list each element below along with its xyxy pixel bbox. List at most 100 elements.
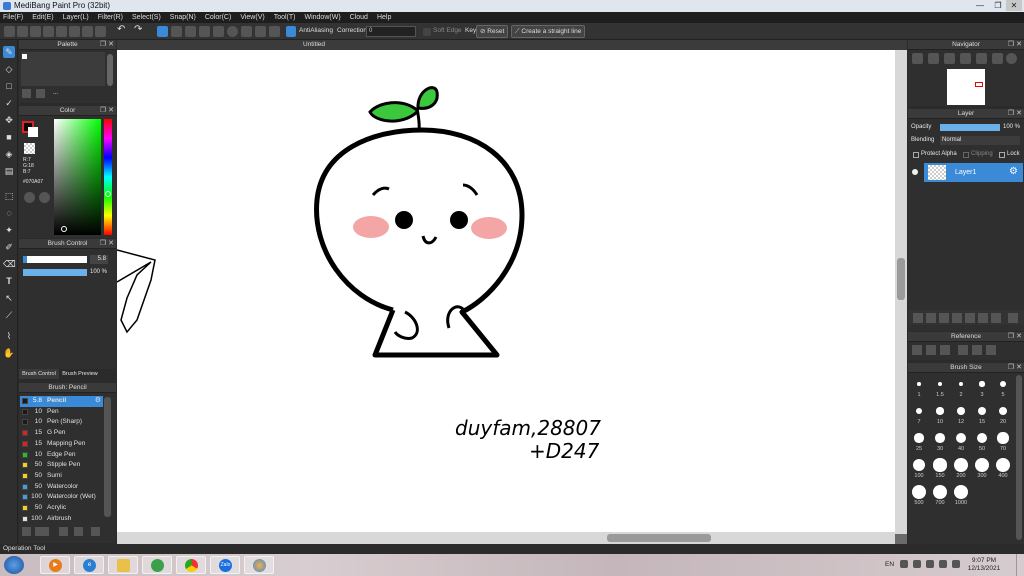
- brush-size-option[interactable]: 12: [951, 404, 971, 425]
- add-halftone-layer-icon[interactable]: [926, 313, 936, 323]
- reference-open-icon[interactable]: [926, 345, 936, 355]
- volume-icon[interactable]: [939, 560, 947, 568]
- open-file-icon[interactable]: [30, 26, 41, 37]
- color-wheel-icon[interactable]: [24, 192, 35, 203]
- brush-list-item[interactable]: 50 Watercolor: [20, 482, 103, 493]
- float-icon[interactable]: ❐: [1008, 363, 1014, 373]
- divide-tool-icon[interactable]: ⟋: [3, 309, 15, 321]
- close-panel-icon[interactable]: ✕: [1016, 332, 1022, 342]
- rotate-right-icon[interactable]: [992, 53, 1003, 64]
- select-pen-icon[interactable]: ✐: [3, 241, 15, 253]
- close-panel-icon[interactable]: ✕: [108, 40, 114, 50]
- system-clock[interactable]: 9:07 PM 12/13/2021: [964, 557, 1004, 573]
- canvas-tab[interactable]: Untitled: [117, 40, 907, 50]
- brush-size-option[interactable]: 70: [993, 431, 1013, 452]
- brush-list-item[interactable]: 10 Pen: [20, 407, 103, 418]
- brush-size-option[interactable]: 150: [930, 458, 950, 479]
- menu-file[interactable]: File(F): [3, 14, 23, 21]
- fill-icon[interactable]: [185, 26, 196, 37]
- brush-menu-icon[interactable]: [35, 527, 49, 536]
- pattern-icon[interactable]: [241, 26, 252, 37]
- brush-size-option[interactable]: 40: [951, 431, 971, 452]
- reset-view-icon[interactable]: [1006, 53, 1017, 64]
- add-brush-icon[interactable]: [22, 527, 31, 536]
- close-panel-icon[interactable]: ✕: [1016, 109, 1022, 119]
- lasso-tool-icon[interactable]: ◌: [3, 207, 15, 219]
- brush-list-item[interactable]: 15 G Pen: [20, 428, 103, 439]
- brush-list-item[interactable]: 100 Airbrush: [20, 514, 103, 525]
- brush-size-option[interactable]: 20: [993, 404, 1013, 425]
- background-color-swatch[interactable]: [28, 127, 38, 137]
- float-icon[interactable]: ❐: [100, 40, 106, 50]
- save-icon[interactable]: [43, 26, 54, 37]
- add-palette-icon[interactable]: [22, 89, 31, 98]
- close-panel-icon[interactable]: ✕: [108, 106, 114, 116]
- gear-icon[interactable]: ⚙: [95, 396, 101, 407]
- drawing-canvas[interactable]: duyfam,28807 +D247: [117, 50, 895, 532]
- palette-menu[interactable]: ...: [53, 90, 58, 96]
- fit-icon[interactable]: [944, 53, 955, 64]
- shape-tool-icon[interactable]: ■: [3, 131, 15, 143]
- rotate-icon[interactable]: [255, 26, 266, 37]
- select-tool-icon[interactable]: ⬚: [3, 190, 15, 202]
- menu-window[interactable]: Window(W): [304, 14, 340, 21]
- vertical-scroll-thumb[interactable]: [897, 258, 905, 300]
- brush-size-option[interactable]: 2: [951, 377, 971, 398]
- brush-size-option[interactable]: 1.5: [930, 377, 950, 398]
- close-panel-icon[interactable]: ✕: [108, 239, 114, 249]
- gear-icon[interactable]: ⚙: [1009, 166, 1018, 177]
- brush-size-option[interactable]: 200: [951, 458, 971, 479]
- folder-icon[interactable]: [991, 313, 1001, 323]
- brush-size-option[interactable]: 3: [972, 377, 992, 398]
- blur-tool-icon[interactable]: ✓: [3, 97, 15, 109]
- taskbar-media-player[interactable]: ▶: [40, 556, 70, 574]
- brush-size-option[interactable]: 50: [972, 431, 992, 452]
- bucket-tool-icon[interactable]: ◈: [3, 148, 15, 160]
- new-file-icon[interactable]: [17, 26, 28, 37]
- protect-alpha-checkbox[interactable]: [913, 152, 919, 158]
- zoom-out-icon[interactable]: [928, 53, 939, 64]
- brush-list-item[interactable]: 100 Watercolor (Wet): [20, 492, 103, 503]
- menu-view[interactable]: View(V): [240, 14, 264, 21]
- brush-size-option[interactable]: 700: [930, 485, 950, 506]
- brush-list-item[interactable]: 50 Sumi: [20, 471, 103, 482]
- brush-list-item[interactable]: 5.8 Pencil ⚙: [20, 396, 103, 407]
- maximize-button[interactable]: ❐: [990, 0, 1006, 11]
- close-panel-icon[interactable]: ✕: [1016, 40, 1022, 50]
- brush-tool-icon[interactable]: ✎: [3, 46, 15, 58]
- brush-list-item[interactable]: 15 Mapping Pen: [20, 439, 103, 450]
- brush-list-scrollbar[interactable]: [104, 397, 111, 517]
- blending-select[interactable]: Normal: [940, 136, 1020, 145]
- brush-size-option[interactable]: 25: [909, 431, 929, 452]
- transparent-color-swatch[interactable]: [24, 143, 35, 154]
- eye-icon[interactable]: [912, 169, 918, 175]
- perspective-icon[interactable]: [213, 26, 224, 37]
- reference-close-icon[interactable]: [940, 345, 950, 355]
- palette-scrollbar[interactable]: [107, 54, 113, 86]
- reference-zoom-in-icon[interactable]: [958, 345, 968, 355]
- straight-line-button[interactable]: ⟋ Create a straight line: [511, 25, 586, 38]
- brush-size-field[interactable]: 5.8: [90, 255, 108, 264]
- start-button[interactable]: [4, 556, 24, 574]
- hue-slider[interactable]: [104, 119, 112, 235]
- menu-color[interactable]: Color(C): [205, 14, 231, 21]
- brush-list-item[interactable]: 10 Pen (Sharp): [20, 417, 103, 428]
- taskbar-app[interactable]: [142, 556, 172, 574]
- magic-wand-icon[interactable]: ✦: [3, 224, 15, 236]
- lock-checkbox[interactable]: [999, 152, 1005, 158]
- delete-brush-icon[interactable]: [91, 527, 100, 536]
- duplicate-layer-icon[interactable]: [939, 313, 949, 323]
- battery-icon[interactable]: [952, 560, 960, 568]
- ruler-icon[interactable]: [199, 26, 210, 37]
- delete-layer-icon[interactable]: [978, 313, 988, 323]
- menu-tool[interactable]: Tool(T): [274, 14, 296, 21]
- minimize-button[interactable]: —: [972, 0, 988, 11]
- menu-help[interactable]: Help: [377, 14, 391, 21]
- tab-brush-control[interactable]: Brush Control: [19, 369, 59, 379]
- home-icon[interactable]: [4, 26, 15, 37]
- target-icon[interactable]: [269, 26, 280, 37]
- brush-size-option[interactable]: 1: [909, 377, 929, 398]
- eraser-tool-icon[interactable]: ◇: [3, 63, 15, 75]
- language-indicator[interactable]: EN: [885, 561, 894, 568]
- float-icon[interactable]: ❐: [1008, 109, 1014, 119]
